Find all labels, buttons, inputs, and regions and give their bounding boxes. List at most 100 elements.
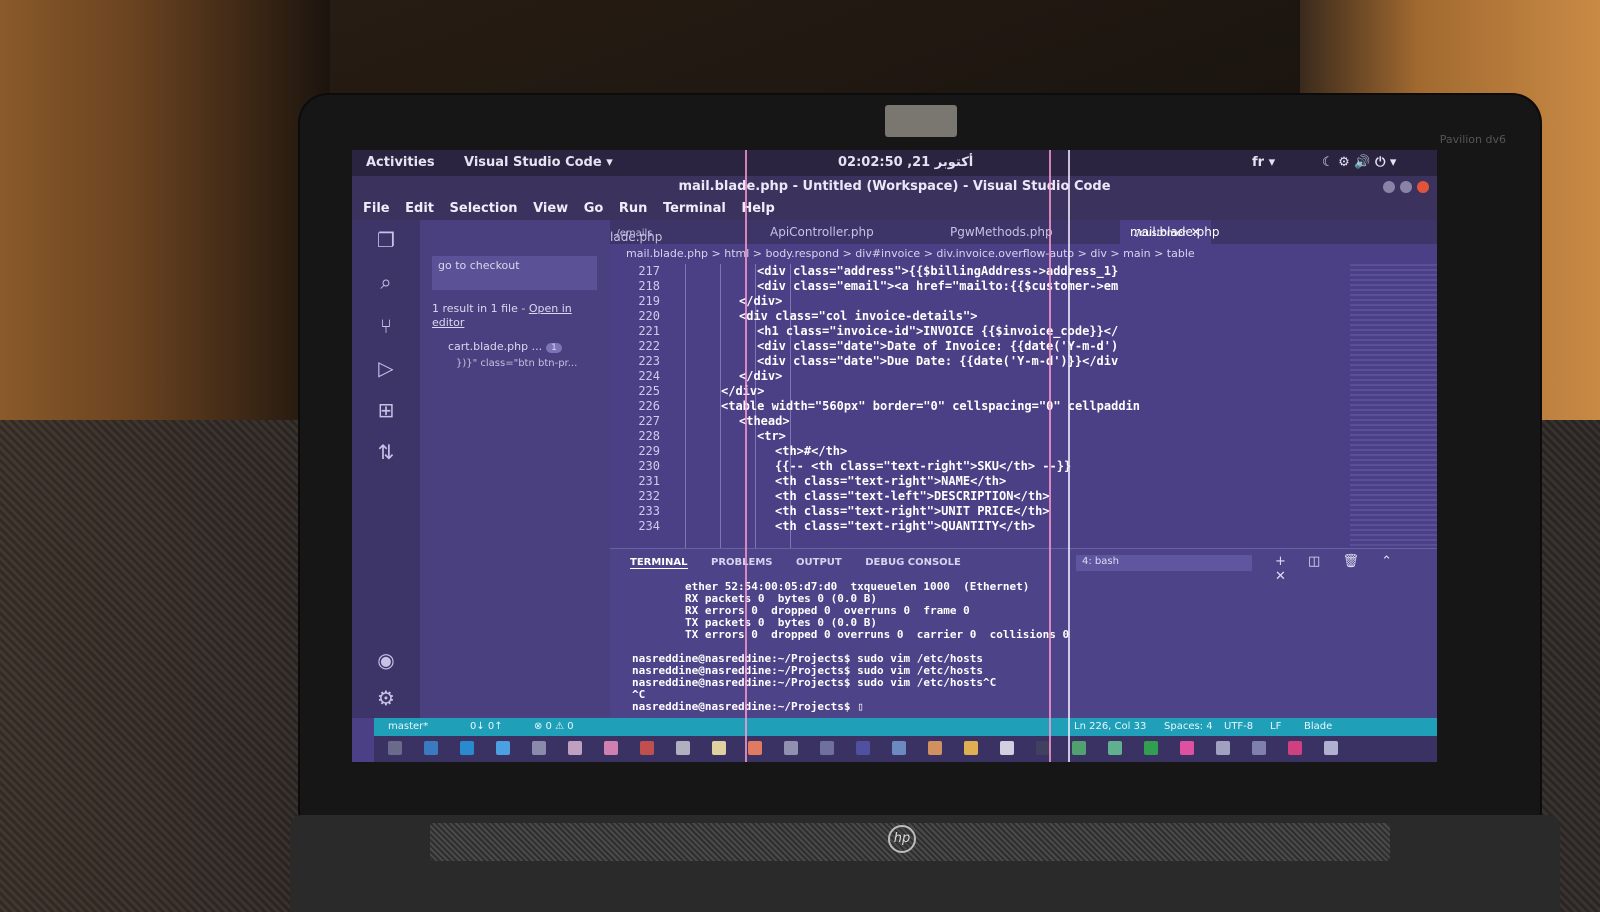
code-line[interactable]: <thead> (685, 414, 1345, 429)
window-controls (1378, 181, 1429, 197)
app-icon[interactable] (424, 741, 438, 755)
app-icon[interactable] (748, 741, 762, 755)
sync-indicator[interactable]: 0↓ 0↑ (470, 721, 503, 732)
app-icon[interactable] (1180, 741, 1194, 755)
app-icon[interactable] (1216, 741, 1230, 755)
indentation[interactable]: Spaces: 4 (1164, 721, 1213, 732)
code-line[interactable]: <th>#</th> (685, 444, 1345, 459)
explorer-icon[interactable]: ❐ (374, 228, 398, 252)
run-debug-icon[interactable]: ▷ (374, 356, 398, 380)
app-icon[interactable] (676, 741, 690, 755)
app-icon[interactable] (1072, 741, 1086, 755)
tab-apicontroller[interactable]: ApiController.php (770, 225, 874, 239)
terminal-select[interactable]: 4: bash (1076, 555, 1252, 571)
language-mode[interactable]: Blade (1304, 721, 1332, 732)
app-icon[interactable] (1288, 741, 1302, 755)
code-line[interactable]: <h1 class="invoice-id">INVOICE {{$invoic… (685, 324, 1345, 339)
branch-indicator[interactable]: master* (388, 721, 428, 732)
app-icon[interactable] (1108, 741, 1122, 755)
vscode-icon[interactable] (460, 741, 474, 755)
new-terminal-icon[interactable]: + (1275, 554, 1286, 569)
code-line[interactable]: <div class="email"><a href="mailto:{{$cu… (685, 279, 1345, 294)
split-terminal-icon[interactable]: ◫ (1308, 554, 1320, 569)
code-line[interactable]: </div> (685, 294, 1345, 309)
menu-file[interactable]: File (363, 201, 390, 216)
app-icon[interactable] (856, 741, 870, 755)
code-line[interactable]: <tr> (685, 429, 1345, 444)
source-control-icon[interactable]: ⑂ (374, 314, 398, 338)
code-line[interactable]: <th class="text-right">UNIT PRICE</th> (685, 504, 1345, 519)
extensions-icon[interactable]: ⊞ (374, 398, 398, 422)
kill-terminal-icon[interactable]: 🗑 (1342, 554, 1359, 569)
app-icon[interactable] (1036, 741, 1050, 755)
breadcrumb[interactable]: mail.blade.php > html > body.respond > d… (610, 244, 1437, 264)
app-icon[interactable] (568, 741, 582, 755)
app-icon[interactable] (388, 741, 402, 755)
search-input[interactable]: go to checkout (432, 256, 597, 290)
code-lines[interactable]: <div class="address">{{$billingAddress->… (685, 264, 1345, 548)
line-number: 232 (638, 489, 660, 503)
tab-output[interactable]: OUTPUT (796, 557, 842, 568)
app-icon[interactable] (1144, 741, 1158, 755)
tab-terminal[interactable]: TERMINAL (630, 557, 688, 569)
pull-request-icon[interactable]: ⇅ (374, 440, 398, 464)
tab-mail-blade[interactable]: mail.blade.php ../customer ✕ (1120, 220, 1219, 244)
tab-problems[interactable]: PROBLEMS (711, 557, 773, 568)
code-line[interactable]: <div class="date">Date of Invoice: {{dat… (685, 339, 1345, 354)
language-indicator[interactable]: fr ▾ (1252, 155, 1275, 170)
tray-icons[interactable]: ☾ ⚙ 🔊 ⏻ ▾ (1322, 155, 1396, 170)
maximize-icon[interactable] (1400, 181, 1412, 193)
code-line[interactable]: <th class="text-left">DESCRIPTION</th> (685, 489, 1345, 504)
problems-indicator[interactable]: ⊗ 0 ⚠ 0 (534, 721, 574, 732)
account-icon[interactable]: ◉ (374, 648, 398, 672)
app-icon[interactable] (1000, 741, 1014, 755)
activities-button[interactable]: Activities (366, 155, 435, 170)
app-icon[interactable] (892, 741, 906, 755)
menu-view[interactable]: View (533, 201, 568, 216)
menu-edit[interactable]: Edit (405, 201, 434, 216)
tab-emails-blade[interactable]: lade.php ../emails (610, 225, 662, 244)
minimap[interactable] (1350, 264, 1437, 548)
menu-run[interactable]: Run (619, 201, 648, 216)
app-icon[interactable] (640, 741, 654, 755)
search-icon[interactable]: ⌕ (374, 270, 398, 294)
app-icon[interactable] (604, 741, 618, 755)
result-file[interactable]: cart.blade.php ... 1 (448, 340, 608, 353)
app-icon[interactable] (1324, 741, 1338, 755)
menu-go[interactable]: Go (584, 201, 604, 216)
app-icon[interactable] (784, 741, 798, 755)
encoding[interactable]: UTF-8 (1224, 721, 1253, 732)
code-line[interactable]: <div class="col invoice-details"> (685, 309, 1345, 324)
app-icon[interactable] (820, 741, 834, 755)
app-icon[interactable] (964, 741, 978, 755)
code-line[interactable]: <div class="date">Due Date: {{date('Y-m-… (685, 354, 1345, 369)
app-icon[interactable] (496, 741, 510, 755)
minimize-icon[interactable] (1383, 181, 1395, 193)
tab-pgwmethods[interactable]: PgwMethods.php (950, 225, 1053, 239)
result-match[interactable]: })}" class="btn btn-pr... (456, 358, 577, 369)
clock[interactable]: 02:02:50 ,21 أكتوبر (838, 155, 973, 170)
line-ending[interactable]: LF (1270, 721, 1281, 732)
cursor-position[interactable]: Ln 226, Col 33 (1074, 721, 1146, 732)
code-line[interactable]: <div class="address">{{$billingAddress->… (685, 264, 1345, 279)
app-menu[interactable]: Visual Studio Code ▾ (464, 155, 613, 170)
app-icon[interactable] (532, 741, 546, 755)
code-line[interactable]: <th class="text-right">NAME</th> (685, 474, 1345, 489)
settings-gear-icon[interactable]: ⚙ (374, 686, 398, 710)
app-icon[interactable] (712, 741, 726, 755)
close-icon[interactable] (1417, 181, 1429, 193)
maximize-panel-icon[interactable]: ⌃ (1381, 554, 1392, 569)
code-line[interactable]: </div> (685, 384, 1345, 399)
menu-terminal[interactable]: Terminal (663, 201, 726, 216)
code-line[interactable]: </div> (685, 369, 1345, 384)
app-icon[interactable] (928, 741, 942, 755)
tab-debug-console[interactable]: DEBUG CONSOLE (865, 557, 961, 568)
code-line[interactable]: <table width="560px" border="0" cellspac… (685, 399, 1345, 414)
terminal-output[interactable]: ether 52:54:00:05:d7:d0 txqueuelen 1000 … (632, 581, 1422, 713)
code-editor[interactable]: 217 218 219 220 221 222 223 224 225 226 227 228 229 2… (610, 264, 1350, 548)
code-line[interactable]: <th class="text-right">QUANTITY</th> (685, 519, 1345, 534)
menu-selection[interactable]: Selection (450, 201, 518, 216)
code-line[interactable]: {{-- <th class="text-right">SKU</th> --}… (685, 459, 1345, 474)
line-number: 229 (638, 444, 660, 458)
app-icon[interactable] (1252, 741, 1266, 755)
